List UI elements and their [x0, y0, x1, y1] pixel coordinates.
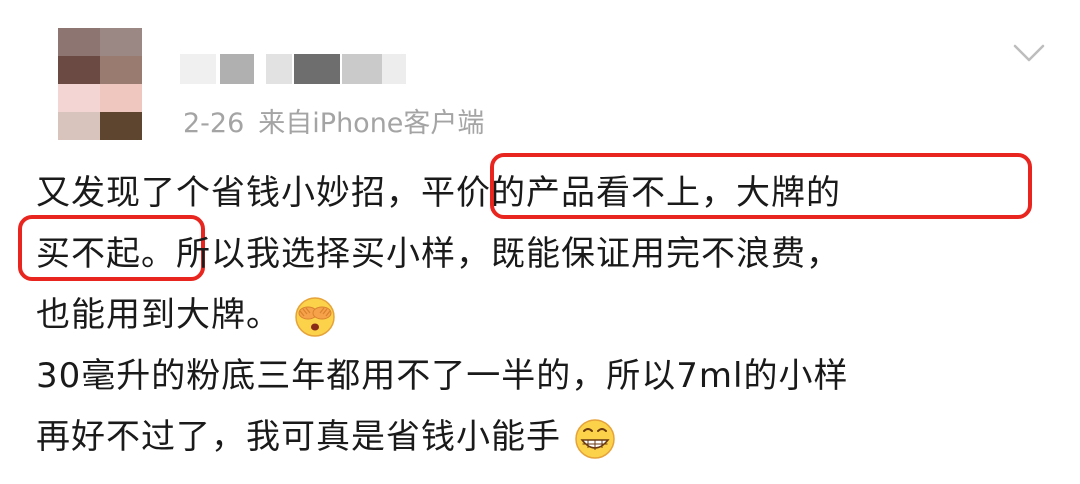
post-meta: 2-26 来自iPhone客户端 — [183, 104, 484, 144]
post-line-3: 也能用到大牌。 — [36, 286, 337, 344]
username-blurred[interactable] — [170, 54, 410, 84]
post-line: 又发现了个省钱小妙招，平价的产品看不上，大牌的 — [36, 173, 841, 213]
post-line-5: 再好不过了，我可真是省钱小能手 — [36, 408, 617, 466]
grinning-emoji-icon — [575, 418, 615, 459]
post-line: 买不起。所以我选择买小样，既能保证用完不浪费， — [36, 234, 841, 274]
chevron-down-icon[interactable] — [1012, 42, 1046, 64]
post-line: 再好不过了，我可真是省钱小能手 — [36, 417, 561, 457]
post-date: 2-26 — [183, 108, 245, 139]
post-source: 来自iPhone客户端 — [258, 108, 485, 139]
post-line: 30毫升的粉底三年都用不了一半的，所以7ml的小样 — [36, 356, 849, 396]
face-covering-eyes-emoji-icon — [295, 296, 335, 337]
post-line: 也能用到大牌。 — [36, 295, 281, 335]
avatar[interactable] — [58, 28, 142, 140]
